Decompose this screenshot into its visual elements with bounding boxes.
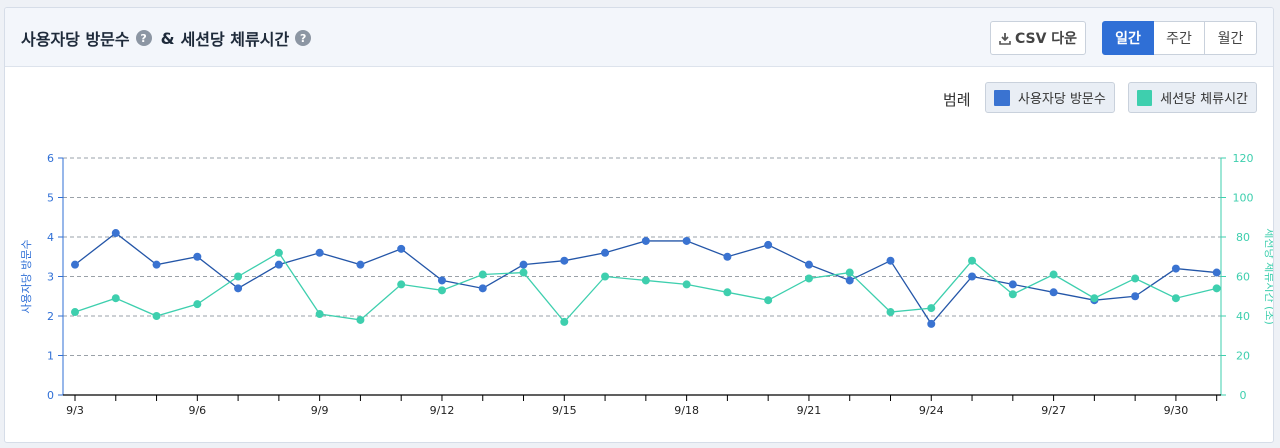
data-point-visits (682, 236, 691, 245)
data-point-duration (315, 310, 324, 319)
data-point-duration (601, 272, 610, 281)
y-right-tick-label: 20 (1236, 350, 1250, 363)
data-point-visits (804, 260, 813, 269)
x-tick-label: 9/18 (674, 404, 699, 417)
data-point-duration (437, 286, 446, 295)
data-point-duration (519, 268, 528, 277)
data-point-duration (193, 300, 202, 309)
data-point-visits (845, 276, 854, 285)
data-point-duration (804, 274, 813, 283)
data-point-visits (478, 284, 487, 293)
x-tick-label: 9/12 (430, 404, 455, 417)
data-point-visits (519, 260, 528, 269)
data-point-duration (234, 272, 243, 281)
y-right-tick-label: 40 (1236, 310, 1250, 323)
y-left-tick-label: 2 (47, 310, 54, 323)
data-point-visits (1131, 292, 1140, 301)
data-point-duration (764, 296, 773, 305)
data-point-visits (152, 260, 161, 269)
data-point-visits (1212, 268, 1221, 277)
y-left-tick-label: 3 (47, 271, 54, 284)
data-point-duration (968, 256, 977, 265)
data-point-visits (764, 240, 773, 249)
y-right-tick-label: 100 (1233, 192, 1254, 205)
y-right-tick-label: 60 (1236, 271, 1250, 284)
data-point-duration (641, 276, 650, 285)
data-point-visits (641, 236, 650, 245)
data-point-duration (1049, 270, 1058, 279)
y-left-tick-label: 0 (47, 389, 54, 402)
y-left-tick-label: 6 (47, 152, 54, 165)
x-tick-label: 9/27 (1041, 404, 1066, 417)
data-point-duration (560, 317, 569, 326)
y-right-tick-label: 80 (1236, 231, 1250, 244)
data-point-visits (111, 229, 120, 238)
data-point-visits (274, 260, 283, 269)
data-point-visits (234, 284, 243, 293)
data-point-visits (560, 256, 569, 265)
data-point-duration (1008, 290, 1017, 299)
y-right-axis-title: 세션당 체류시간 (초) (1263, 228, 1274, 325)
y-left-tick-label: 4 (47, 231, 54, 244)
data-point-duration (886, 308, 895, 317)
data-point-duration (478, 270, 487, 279)
data-point-visits (1008, 280, 1017, 289)
data-point-visits (723, 252, 732, 261)
x-tick-label: 9/3 (66, 404, 84, 417)
data-point-duration (845, 268, 854, 277)
y-right-tick-label: 0 (1240, 389, 1247, 402)
x-tick-label: 9/6 (188, 404, 206, 417)
data-point-visits (968, 272, 977, 281)
data-point-visits (886, 256, 895, 265)
data-point-duration (723, 288, 732, 297)
x-tick-label: 9/9 (311, 404, 329, 417)
data-point-visits (315, 248, 324, 257)
x-tick-label: 9/24 (919, 404, 944, 417)
y-left-tick-label: 5 (47, 192, 54, 205)
data-point-visits (1171, 264, 1180, 273)
data-point-duration (111, 294, 120, 303)
data-point-duration (1131, 274, 1140, 283)
x-tick-label: 9/15 (552, 404, 577, 417)
data-point-visits (601, 248, 610, 257)
data-point-visits (193, 252, 202, 261)
x-tick-label: 9/30 (1164, 404, 1189, 417)
data-point-visits (356, 260, 365, 269)
data-point-duration (927, 304, 936, 313)
data-point-duration (274, 248, 283, 257)
data-point-duration (1171, 294, 1180, 303)
x-tick-label: 9/21 (797, 404, 822, 417)
data-point-visits (397, 244, 406, 253)
y-right-tick-label: 120 (1233, 152, 1254, 165)
data-point-duration (71, 308, 79, 317)
data-point-duration (682, 280, 691, 289)
data-point-visits (927, 319, 936, 328)
y-left-tick-label: 1 (47, 350, 54, 363)
y-left-axis-title: 사용자당 방문수 (20, 239, 33, 313)
data-point-visits (71, 260, 79, 269)
data-point-visits (437, 276, 446, 285)
line-chart: 01234560204060801001209/3 9/6 9/9 9/12 9/15 9… (20, 152, 1274, 417)
data-point-duration (397, 280, 406, 289)
chart-card: 사용자당 방문수 ? & 세션당 체류시간 ? CSV 다운 일간 주간 월간 … (4, 7, 1274, 443)
data-point-duration (356, 315, 365, 324)
data-point-duration (1212, 284, 1221, 293)
data-point-duration (152, 312, 161, 320)
data-point-visits (1049, 288, 1058, 297)
series-line-duration (74, 251, 1217, 323)
data-point-duration (1090, 294, 1099, 303)
